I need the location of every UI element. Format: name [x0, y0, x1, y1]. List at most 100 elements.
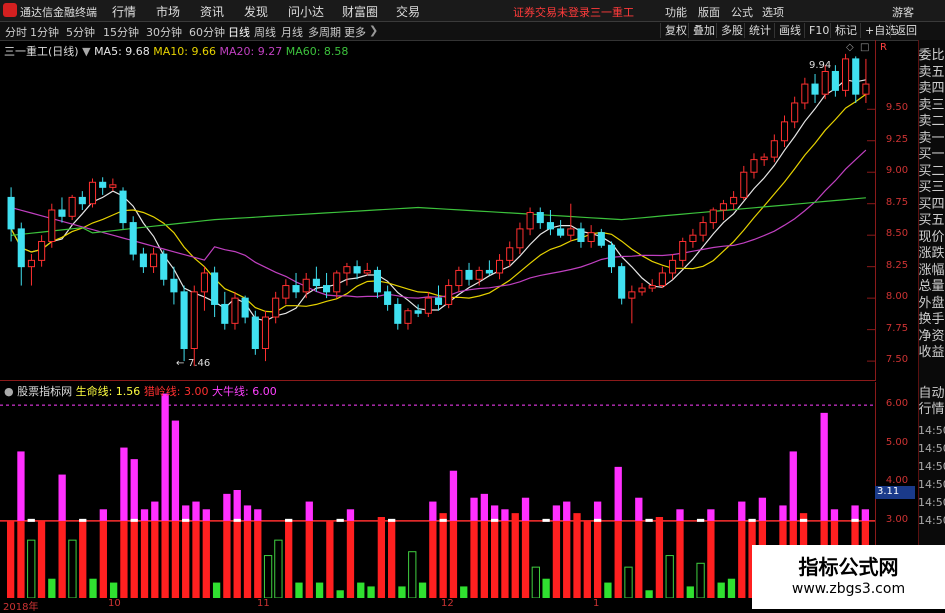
kline-chart[interactable]: 9.94 7.46 ← — [0, 40, 875, 380]
indicator-bar-base — [171, 520, 180, 598]
signal-dot — [233, 518, 241, 522]
candle-body — [658, 272, 666, 287]
indicator-title: 股票指标网 — [17, 385, 73, 398]
auto-quote-label[interactable]: 自动 — [918, 386, 945, 401]
indicator-bar-top — [501, 509, 509, 521]
menu-item-trade[interactable]: 交易 — [396, 3, 420, 20]
candle-body — [587, 232, 595, 242]
indicator-bar — [326, 520, 334, 598]
period-tab[interactable]: 月线 — [281, 24, 303, 40]
candle-body — [770, 140, 778, 158]
indicator-chart[interactable] — [0, 382, 875, 598]
adjust-button[interactable]: 复权 — [660, 23, 691, 38]
quote-field-label: 涨幅 — [918, 262, 945, 278]
indicator-bar-base — [161, 520, 169, 598]
menu-item-quotes[interactable]: 行情 — [112, 3, 136, 20]
collapse-icon[interactable]: ▼ — [82, 45, 90, 58]
diamond-icon[interactable]: ◇ — [846, 42, 854, 53]
candle-body — [251, 316, 259, 350]
back-button[interactable]: 返回 — [890, 23, 921, 38]
period-tab[interactable]: 15分钟 — [103, 24, 139, 40]
candle-body — [17, 228, 25, 268]
indicator-bar-base — [17, 520, 25, 598]
price-tick: 8.25 — [885, 259, 909, 271]
candle-body — [38, 240, 46, 261]
indicator-bar-green — [418, 582, 427, 598]
indicator-bar-hollow — [263, 555, 273, 598]
menu-item-wealth[interactable]: 财富圈 — [342, 3, 378, 20]
candle-body — [292, 285, 300, 293]
candle-body — [58, 209, 66, 217]
period-tab[interactable]: 5分钟 — [66, 24, 95, 40]
candle-body — [282, 285, 290, 299]
candle-body — [27, 259, 35, 268]
indicator-bar-green — [717, 582, 725, 598]
candle-body — [831, 70, 839, 91]
period-tab[interactable]: 多周期 — [308, 24, 341, 40]
indicator-bar-top — [563, 501, 571, 521]
indicator-bar-base — [192, 520, 200, 598]
candle-body — [221, 303, 229, 324]
candle-body — [211, 272, 219, 305]
menu-item-market[interactable]: 市场 — [156, 3, 180, 20]
indicator-bar-base — [490, 520, 499, 598]
period-tab[interactable]: 周线 — [254, 24, 276, 40]
menu-item-discover[interactable]: 发现 — [244, 3, 268, 20]
candle-body — [272, 297, 280, 318]
stats-button[interactable]: 统计 — [744, 23, 775, 38]
period-tab-active[interactable]: 日线 — [228, 24, 250, 40]
price-tick: 8.00 — [885, 291, 909, 303]
period-tab[interactable]: 分时 — [5, 24, 27, 40]
period-tab-more[interactable]: 更多 — [344, 24, 366, 40]
chevron-right-icon[interactable]: ❯ — [369, 24, 378, 37]
indicator-bar-top — [182, 505, 190, 521]
candle-body — [261, 316, 270, 350]
f10-button[interactable]: F10 — [804, 23, 833, 38]
menu-item-options[interactable]: 选项 — [762, 4, 784, 20]
indicator-bar-base — [470, 520, 478, 598]
mark-button[interactable]: 标记 — [830, 23, 861, 38]
menu-item-function[interactable]: 功能 — [665, 4, 687, 20]
indicator-bar-top — [243, 505, 252, 521]
candle-body — [302, 278, 310, 293]
candle-body — [119, 190, 127, 224]
period-tab[interactable]: 1分钟 — [30, 24, 59, 40]
indicator-bar-base — [58, 520, 66, 598]
period-tab[interactable]: 60分钟 — [189, 24, 225, 40]
indicator-bar-top — [676, 509, 684, 521]
menu-item-layout[interactable]: 版面 — [698, 4, 720, 20]
guest-login[interactable]: 游客 — [892, 4, 914, 20]
overlay-button[interactable]: 叠加 — [688, 23, 719, 38]
x-axis-label: 11 — [257, 598, 270, 609]
candle-body — [129, 222, 137, 255]
broker-status[interactable]: 证券交易未登录 — [513, 4, 590, 20]
candle-body — [597, 232, 605, 246]
period-tab[interactable]: 30分钟 — [146, 24, 182, 40]
ma20-line — [10, 149, 867, 299]
indicator-bar — [377, 517, 386, 598]
indicator-bar-hollow — [624, 566, 633, 598]
menu-item-formula[interactable]: 公式 — [731, 4, 753, 20]
candle-body — [363, 269, 371, 274]
indicator-settings-icon[interactable]: ● — [4, 385, 14, 398]
bull-line-label: 大牛线: 6.00 — [212, 385, 277, 398]
multi-stock-button[interactable]: 多股 — [716, 23, 747, 38]
candle-body — [373, 269, 381, 293]
indicator-bar-base — [254, 520, 262, 598]
quote-field-label: 收益 — [918, 345, 945, 360]
candle-body — [669, 259, 677, 274]
menu-item-ask[interactable]: 问小达 — [288, 3, 324, 20]
candle-body — [506, 247, 514, 261]
quote-field-label: 委比 — [918, 48, 945, 63]
square-icon[interactable]: □ — [860, 42, 869, 53]
quote-field-label: 卖一 — [918, 130, 945, 146]
indicator-bar-base — [346, 520, 355, 598]
candle-body — [811, 83, 819, 95]
menu-item-news[interactable]: 资讯 — [200, 3, 224, 20]
candle-body — [434, 297, 443, 305]
signal-dot — [27, 518, 35, 522]
signal-dot — [182, 518, 190, 522]
draw-button[interactable]: 画线 — [774, 23, 805, 38]
indicator-bar-top — [758, 497, 767, 521]
auto-quote-label[interactable]: 行情 — [918, 402, 945, 417]
